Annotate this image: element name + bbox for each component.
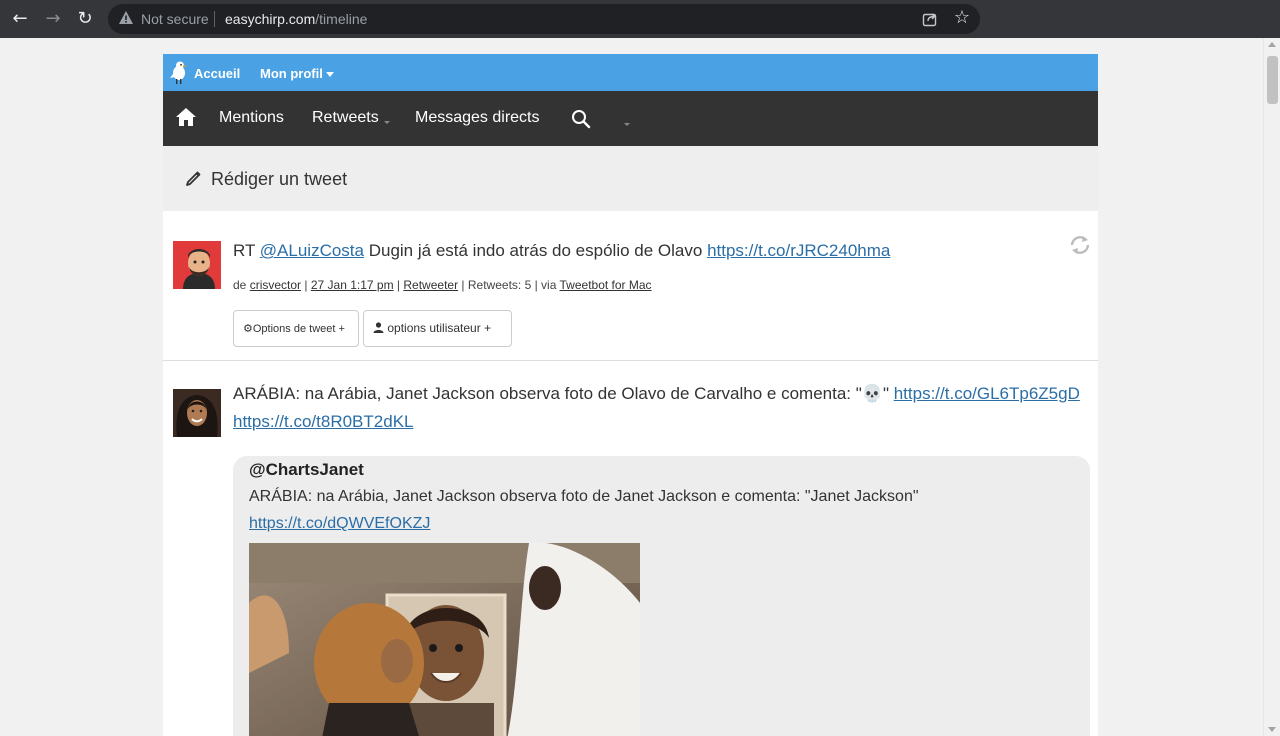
- user-options-button[interactable]: options utilisateur +: [363, 310, 512, 347]
- user-link[interactable]: crisvector: [250, 278, 301, 292]
- url-text[interactable]: easychirp.com/timeline: [225, 11, 367, 27]
- tweet-text: ARÁBIA: na Arábia, Janet Jackson observa…: [233, 384, 1080, 431]
- scroll-down-icon[interactable]: [1268, 727, 1276, 732]
- nav-direct-messages[interactable]: Messages directs: [415, 109, 540, 127]
- chevron-down-icon: [325, 72, 334, 78]
- retweet-icon[interactable]: [1068, 234, 1092, 256]
- omnibox-divider: [214, 11, 215, 27]
- scrollbar-thumb[interactable]: [1267, 56, 1278, 104]
- quoted-tweet[interactable]: @ChartsJanet ARÁBIA: na Arábia, Janet Ja…: [233, 456, 1090, 736]
- client-link[interactable]: Tweetbot for Mac: [560, 278, 652, 292]
- page-scrollbar[interactable]: [1263, 38, 1280, 736]
- main-navbar: Mentions Retweets Messages directs: [163, 91, 1098, 146]
- back-icon[interactable]: ←: [9, 8, 31, 30]
- quoted-text: ARÁBIA: na Arábia, Janet Jackson observa…: [249, 488, 919, 532]
- profile-menu[interactable]: Mon profil: [260, 66, 334, 81]
- date-link[interactable]: 27 Jan 1:17 pm: [311, 278, 394, 292]
- compose-tweet-bar[interactable]: Rédiger un tweet: [163, 146, 1098, 211]
- gear-icon: ⚙: [243, 322, 253, 335]
- quoted-author[interactable]: @ChartsJanet: [249, 460, 364, 480]
- tweet-link[interactable]: https://t.co/rJRC240hma: [707, 241, 890, 260]
- top-bar: Accueil Mon profil: [163, 54, 1098, 91]
- address-bar[interactable]: Not secure easychirp.com/timeline ☆: [108, 4, 980, 34]
- tweet-photo[interactable]: [249, 543, 640, 736]
- forward-icon[interactable]: →: [42, 8, 64, 30]
- search-icon[interactable]: [571, 109, 591, 129]
- home-link[interactable]: Accueil: [194, 66, 240, 81]
- bird-logo-icon: [170, 61, 187, 84]
- nav-retweets[interactable]: Retweets: [312, 109, 379, 127]
- retweet-count: Retweets: 5: [467, 278, 532, 292]
- warning-icon: [119, 11, 133, 24]
- bookmark-star-icon[interactable]: ☆: [954, 7, 970, 28]
- home-icon[interactable]: [175, 107, 197, 127]
- browser-toolbar: ← → ↻ Not secure easychirp.com/timeline …: [0, 0, 1280, 38]
- reload-icon[interactable]: ↻: [74, 8, 96, 30]
- pencil-icon: [186, 171, 201, 186]
- share-icon[interactable]: [922, 11, 938, 27]
- tweet-link[interactable]: https://t.co/GL6Tp6Z5gD: [894, 384, 1080, 403]
- retweet-link[interactable]: Retweeter: [403, 278, 458, 292]
- avatar[interactable]: [173, 389, 221, 437]
- chevron-down-icon: [384, 121, 390, 124]
- timeline-page: Accueil Mon profil Mentions Retweets Mes…: [163, 54, 1098, 736]
- tweet-item: RT @ALuizCosta Dugin já está indo atrás …: [163, 211, 1098, 361]
- tweet-options-button[interactable]: ⚙Options de tweet +: [233, 310, 359, 347]
- mention-link[interactable]: @ALuizCosta: [260, 241, 364, 260]
- tweet-item: ARÁBIA: na Arábia, Janet Jackson observa…: [163, 362, 1098, 736]
- tweet-link[interactable]: https://t.co/t8R0BT2dKL: [233, 412, 413, 431]
- avatar[interactable]: [173, 241, 221, 289]
- security-label: Not secure: [141, 11, 209, 27]
- tweet-text: RT @ALuizCosta Dugin já está indo atrás …: [233, 241, 891, 260]
- more-menu-chevron-icon[interactable]: [624, 123, 630, 126]
- quoted-link[interactable]: https://t.co/dQWVEfOKZJ: [249, 515, 430, 532]
- user-icon: [373, 322, 384, 333]
- nav-mentions[interactable]: Mentions: [219, 109, 284, 127]
- compose-label: Rédiger un tweet: [211, 169, 348, 189]
- scroll-up-icon[interactable]: [1268, 42, 1276, 47]
- tweet-meta: de crisvector | 27 Jan 1:17 pm | Retweet…: [233, 278, 652, 292]
